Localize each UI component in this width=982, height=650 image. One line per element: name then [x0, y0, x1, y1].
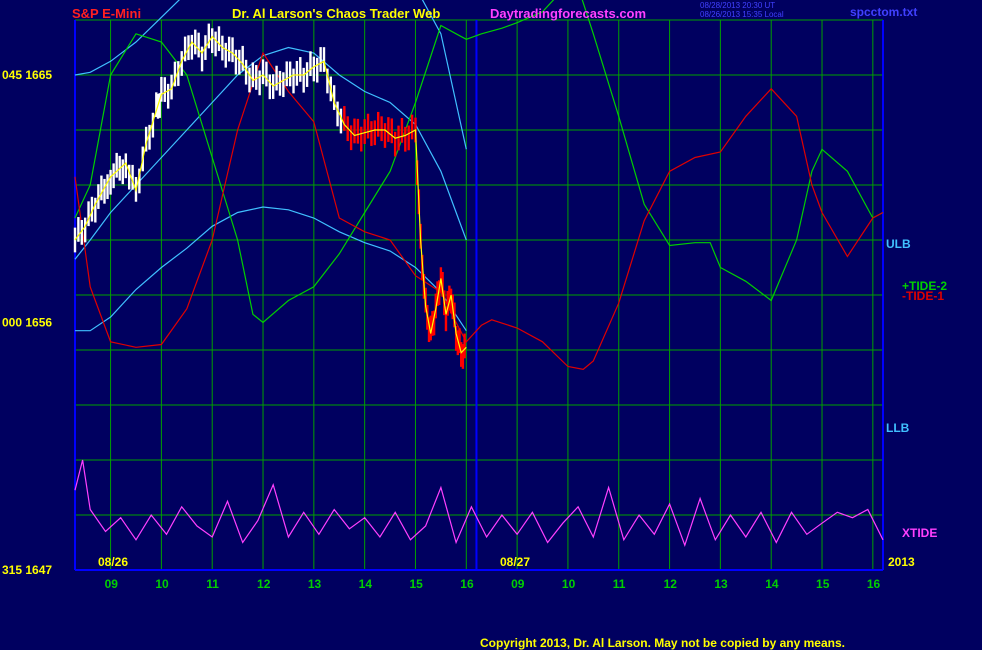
- x-tick-label: 16: [867, 577, 881, 591]
- chart-root: 045 1665 000 1656 315 1647 09 10 11 12 13 14 15 16…: [0, 0, 982, 650]
- timestamp-local: 08/26/2013 15:35 Local: [700, 10, 784, 19]
- tide1-label: -TIDE-1: [902, 289, 944, 303]
- x-tick-label: 16: [460, 577, 474, 591]
- x-tick-label: 12: [257, 577, 271, 591]
- y-tick-label: 000 1656: [2, 316, 52, 330]
- chart-svg: 045 1665 000 1656 315 1647 09 10 11 12 13 14 15 16…: [2, 0, 947, 650]
- y-tick-label: 045 1665: [2, 68, 52, 82]
- file-name: spcctom.txt: [850, 5, 917, 19]
- x-tick-label: 11: [206, 577, 219, 591]
- x-tick-label: 09: [511, 577, 525, 591]
- llb-label: LLB: [886, 421, 910, 435]
- xtide-label: XTIDE: [902, 526, 937, 540]
- x-tick-label: 15: [816, 577, 830, 591]
- x-tick-label: 10: [155, 577, 169, 591]
- title-left: S&P E-Mini: [72, 6, 141, 21]
- date-label: 08/26: [98, 555, 128, 569]
- site-link[interactable]: Daytradingforecasts.com: [490, 6, 646, 21]
- x-tick-label: 14: [359, 577, 373, 591]
- title-center: Dr. Al Larson's Chaos Trader Web: [232, 6, 440, 21]
- copyright: Copyright 2013, Dr. Al Larson. May not b…: [480, 636, 845, 650]
- x-tick-label: 13: [308, 577, 322, 591]
- x-tick-label: 15: [409, 577, 423, 591]
- grid-lines: [74, 19, 884, 571]
- x-tick-label: 09: [105, 577, 119, 591]
- x-tick-label: 13: [714, 577, 728, 591]
- date-label: 2013: [888, 555, 915, 569]
- tide1-line: [74, 51, 884, 370]
- x-tick-label: 14: [765, 577, 779, 591]
- y-tick-label: 315 1647: [2, 563, 52, 577]
- date-label: 08/27: [500, 555, 530, 569]
- ulb-label: ULB: [886, 237, 911, 251]
- band-line: [75, 206, 467, 332]
- x-tick-label: 11: [613, 577, 626, 591]
- xtide-line: [74, 459, 884, 548]
- timestamp-utc: 08/28/2013 20:30 UT: [700, 1, 775, 10]
- xtide-line-group: [74, 459, 884, 548]
- x-tick-label: 12: [664, 577, 678, 591]
- x-tick-label: 10: [562, 577, 576, 591]
- price-average-line: [74, 35, 467, 354]
